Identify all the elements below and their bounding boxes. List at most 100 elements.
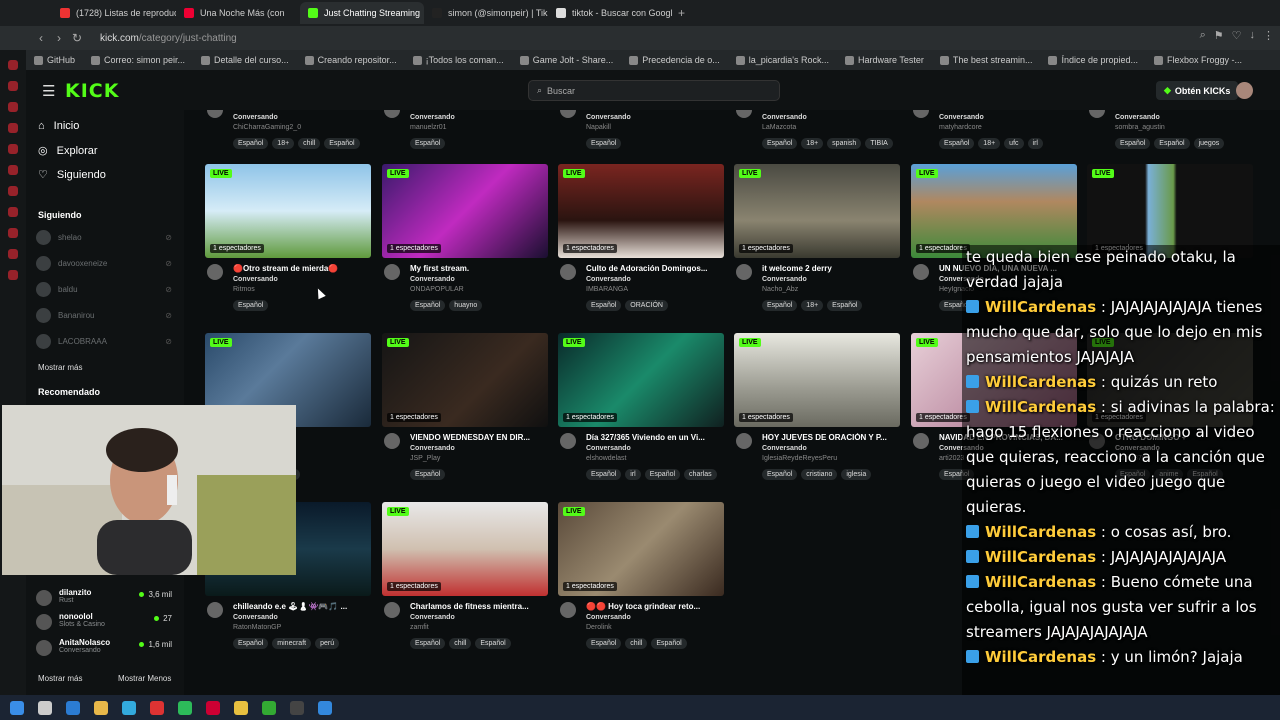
- extension-icon[interactable]: ⚑: [1214, 29, 1224, 42]
- stream-tag[interactable]: chill: [449, 638, 472, 649]
- vscode-icon[interactable]: [66, 700, 80, 715]
- kick-logo[interactable]: KICK: [65, 80, 119, 102]
- stream-card-partial[interactable]: Conversando Napakill Español: [558, 110, 724, 149]
- stream-thumbnail[interactable]: LIVE1 espectadores: [911, 164, 1077, 258]
- browser-tab[interactable]: simon (@simonpeir) | Tik: [424, 2, 548, 24]
- stream-card-partial[interactable]: Conversando sombra_agustin Español Español j…: [1087, 110, 1253, 149]
- stream-thumbnail[interactable]: LIVE1 espectadores: [558, 333, 724, 427]
- stream-thumbnail[interactable]: LIVE1 espectadores: [382, 502, 548, 596]
- stream-card[interactable]: LIVE 1 espectadores HOY JUEVES DE ORACIÓN …: [734, 333, 900, 480]
- stream-card[interactable]: LIVE 1 espectadores 🔴🔴 Hoy toca grindear r…: [558, 502, 724, 649]
- channel-avatar[interactable]: [560, 602, 576, 618]
- stream-tag[interactable]: Español: [762, 469, 798, 480]
- stream-category[interactable]: Conversando: [410, 614, 455, 621]
- show-more-following[interactable]: Mostrar más: [38, 363, 82, 372]
- following-item[interactable]: baldu ⊘: [36, 282, 176, 297]
- stream-tag[interactable]: charlas: [684, 469, 717, 480]
- sidebar-app-icon[interactable]: [8, 123, 18, 133]
- recommended-item[interactable]: AnitaNoIasco Conversando 1,6 mil: [36, 638, 176, 656]
- channel-avatar[interactable]: [560, 433, 576, 449]
- url-field[interactable]: kick.com/category/just-chatting: [100, 33, 237, 44]
- stream-tag[interactable]: Español: [1154, 138, 1190, 149]
- channel-avatar[interactable]: [207, 602, 223, 618]
- browser-tab[interactable]: Una Noche Más (con: [176, 2, 300, 24]
- search-input[interactable]: ⌕ Buscar: [528, 80, 780, 101]
- channel-name[interactable]: Napakill: [586, 124, 611, 131]
- channel-avatar[interactable]: [736, 110, 752, 118]
- channel-name[interactable]: arti2023: [939, 455, 964, 462]
- stream-category[interactable]: Conversando: [233, 276, 278, 283]
- channel-avatar[interactable]: [384, 433, 400, 449]
- stream-thumbnail[interactable]: LIVE1 espectadores: [205, 164, 371, 258]
- nav-siguiendo[interactable]: ♡ Siguiendo: [38, 168, 106, 182]
- stream-card-partial[interactable]: Conversando ChiCharraGaming2_0 Español 18+ c…: [205, 110, 371, 149]
- edge-icon[interactable]: [122, 700, 136, 715]
- stream-thumbnail[interactable]: LIVE1 espectadores: [558, 502, 724, 596]
- stream-tag[interactable]: perú: [315, 638, 340, 649]
- chrome-icon[interactable]: [262, 700, 276, 715]
- stream-tag[interactable]: Español: [762, 138, 798, 149]
- stream-thumbnail[interactable]: LIVE1 espectadores: [734, 164, 900, 258]
- channel-name[interactable]: zamfit: [410, 624, 429, 631]
- channel-name[interactable]: ONDAPOPULAR: [410, 286, 464, 293]
- bookmark-item[interactable]: Correo: simon peir...: [91, 55, 185, 65]
- stream-tag[interactable]: 18+: [801, 300, 824, 311]
- start-icon[interactable]: [10, 700, 24, 715]
- bookmark-item[interactable]: Detalle del curso...: [201, 55, 289, 65]
- search-icon[interactable]: [38, 700, 52, 715]
- stream-tag[interactable]: Español: [827, 300, 863, 311]
- hamburger-menu-icon[interactable]: ☰: [42, 82, 55, 100]
- stream-tag[interactable]: Español: [586, 638, 622, 649]
- channel-name[interactable]: RatonMatonGP: [233, 624, 281, 631]
- stream-tag[interactable]: Español: [410, 469, 446, 480]
- stream-category[interactable]: Conversando: [410, 276, 455, 283]
- stream-category[interactable]: Conversando: [410, 445, 455, 452]
- steam-icon[interactable]: [318, 700, 332, 715]
- reload-icon[interactable]: ↻: [68, 31, 86, 45]
- stream-tag[interactable]: Español: [762, 300, 798, 311]
- channel-avatar[interactable]: [560, 110, 576, 118]
- stream-tag[interactable]: Español: [586, 300, 622, 311]
- channel-name[interactable]: LaMazcota: [762, 124, 796, 131]
- whatsapp-icon[interactable]: [178, 700, 192, 715]
- stream-tag[interactable]: TIBIA: [865, 138, 893, 149]
- stream-tag[interactable]: Español: [410, 138, 446, 149]
- stream-thumbnail[interactable]: LIVE1 espectadores: [382, 333, 548, 427]
- nav-explorar[interactable]: ◎ Explorar: [38, 144, 98, 158]
- bookmark-item[interactable]: Flexbox Froggy -...: [1154, 55, 1242, 65]
- download-icon[interactable]: ↓: [1250, 29, 1256, 42]
- stream-tag[interactable]: Español: [1115, 138, 1151, 149]
- following-item[interactable]: Bananirou ⊘: [36, 308, 176, 323]
- forward-icon[interactable]: ›: [50, 31, 68, 45]
- stream-category[interactable]: Conversando: [762, 276, 807, 283]
- stream-title[interactable]: HOY JUEVES DE ORACIÓN Y P...: [762, 433, 898, 442]
- stream-card[interactable]: LIVE 1 espectadores it welcome 2 derry Conv…: [734, 164, 900, 311]
- bookmark-item[interactable]: ¡Todos los coman...: [412, 55, 504, 65]
- following-item[interactable]: LACOBRAAA ⊘: [36, 334, 176, 349]
- stream-title[interactable]: chilleando e.e 🕹♟👾🎮🎵 ...: [233, 602, 369, 611]
- channel-avatar[interactable]: [913, 264, 929, 280]
- stream-tag[interactable]: ORACIÓN: [625, 300, 668, 311]
- stream-tag[interactable]: Español: [586, 469, 622, 480]
- stream-tag[interactable]: 18+: [272, 138, 295, 149]
- bookmark-item[interactable]: GitHub: [34, 55, 75, 65]
- stream-tag[interactable]: iglesia: [841, 469, 872, 480]
- stream-thumbnail[interactable]: LIVE1 espectadores: [382, 164, 548, 258]
- sidebar-app-icon[interactable]: [8, 81, 18, 91]
- bookmark-item[interactable]: Hardware Tester: [845, 55, 924, 65]
- stream-category[interactable]: Conversando: [586, 276, 631, 283]
- bookmark-item[interactable]: Precedencia de o...: [629, 55, 720, 65]
- channel-avatar[interactable]: [1089, 110, 1105, 118]
- stream-thumbnail[interactable]: LIVE1 espectadores: [1087, 164, 1253, 258]
- recommended-item[interactable]: dilanzito Rust 3,6 mil: [36, 588, 176, 606]
- stream-category[interactable]: Conversando: [586, 614, 631, 621]
- channel-avatar[interactable]: [560, 264, 576, 280]
- stream-card-partial[interactable]: Conversando matyhardcore Español 18+ ufc irl: [911, 110, 1077, 149]
- channel-name[interactable]: sombra_agustin: [1115, 124, 1165, 131]
- show-more-recommended[interactable]: Mostrar más: [38, 674, 82, 683]
- channel-name[interactable]: JSP_Play: [410, 455, 440, 462]
- bookmark-item[interactable]: The best streamin...: [939, 55, 1032, 65]
- sidebar-app-icon[interactable]: [8, 207, 18, 217]
- sidebar-app-icon[interactable]: [8, 249, 18, 259]
- stream-tag[interactable]: Español: [233, 300, 269, 311]
